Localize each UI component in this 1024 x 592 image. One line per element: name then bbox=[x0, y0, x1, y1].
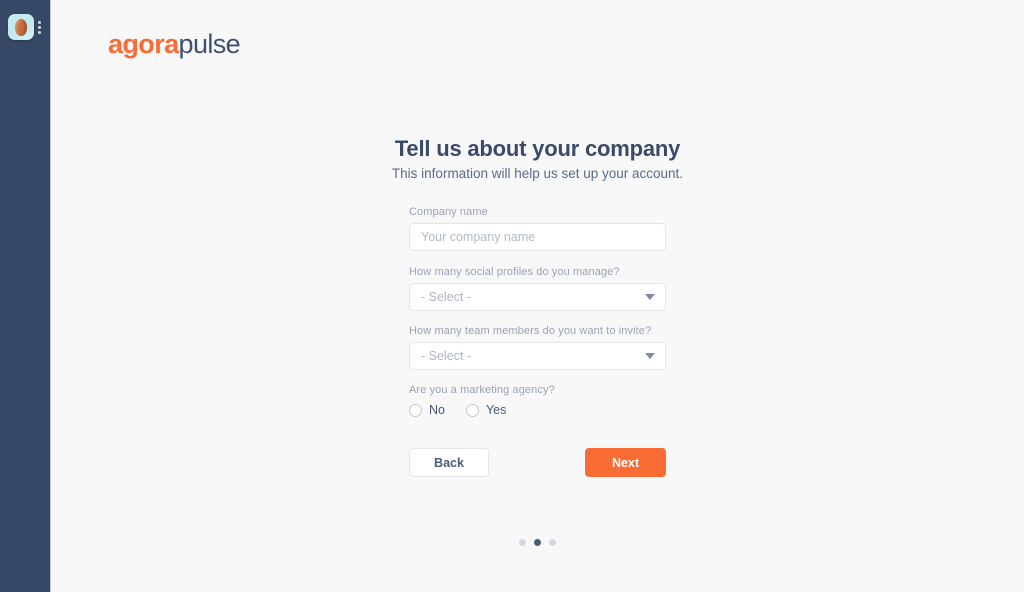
field-team-members: How many team members do you want to inv… bbox=[409, 325, 666, 370]
radio-option-yes[interactable]: Yes bbox=[465, 403, 507, 417]
onboarding-page: agorapulse Tell us about your company Th… bbox=[0, 0, 1024, 592]
company-form: Company name How many social profiles do… bbox=[409, 206, 666, 477]
kebab-dot bbox=[38, 25, 41, 29]
social-profiles-selected-value: - Select - bbox=[421, 290, 472, 304]
extension-app-icon[interactable] bbox=[8, 14, 34, 40]
kebab-dot bbox=[38, 20, 41, 24]
back-button[interactable]: Back bbox=[409, 448, 489, 477]
main-content: agorapulse Tell us about your company Th… bbox=[51, 0, 1024, 592]
form-actions: Back Next bbox=[409, 448, 666, 477]
team-members-select-wrap: - Select - bbox=[409, 342, 666, 370]
radio-circle-icon bbox=[409, 403, 422, 417]
team-members-select[interactable]: - Select - bbox=[409, 342, 666, 370]
marketing-agency-radio-group: No Yes bbox=[409, 403, 666, 417]
sidebar-app-row bbox=[8, 14, 42, 40]
extension-app-glyph bbox=[15, 18, 27, 36]
radio-option-no[interactable]: No bbox=[409, 403, 445, 417]
page-title: Tell us about your company bbox=[394, 136, 681, 161]
field-social-profiles: How many social profiles do you manage? … bbox=[409, 266, 666, 311]
step-pager bbox=[51, 539, 1024, 546]
radio-circle-icon bbox=[465, 403, 479, 417]
radio-label-yes: Yes bbox=[485, 403, 507, 417]
page-subtitle: This information will help us set up you… bbox=[391, 166, 684, 181]
company-name-input[interactable] bbox=[409, 223, 666, 251]
next-button[interactable]: Next bbox=[585, 448, 666, 477]
field-company-name: Company name bbox=[409, 206, 666, 251]
marketing-agency-label: Are you a marketing agency? bbox=[409, 384, 555, 396]
pager-dot-3[interactable] bbox=[549, 539, 556, 546]
social-profiles-select-wrap: - Select - bbox=[409, 283, 666, 311]
onboarding-card: Tell us about your company This informat… bbox=[51, 0, 1024, 592]
team-members-label: How many team members do you want to inv… bbox=[409, 325, 652, 337]
team-members-selected-value: - Select - bbox=[421, 349, 472, 363]
radio-label-no: No bbox=[429, 403, 445, 417]
pager-dot-1[interactable] bbox=[519, 539, 526, 546]
browser-extension-sidebar bbox=[0, 0, 51, 592]
social-profiles-label: How many social profiles do you manage? bbox=[409, 266, 620, 278]
field-marketing-agency: Are you a marketing agency? No Yes bbox=[409, 384, 666, 417]
company-name-label: Company name bbox=[409, 206, 488, 218]
kebab-menu-icon[interactable] bbox=[37, 19, 42, 36]
pager-dot-2[interactable] bbox=[534, 539, 541, 546]
kebab-dot bbox=[38, 30, 41, 34]
social-profiles-select[interactable]: - Select - bbox=[409, 283, 666, 311]
